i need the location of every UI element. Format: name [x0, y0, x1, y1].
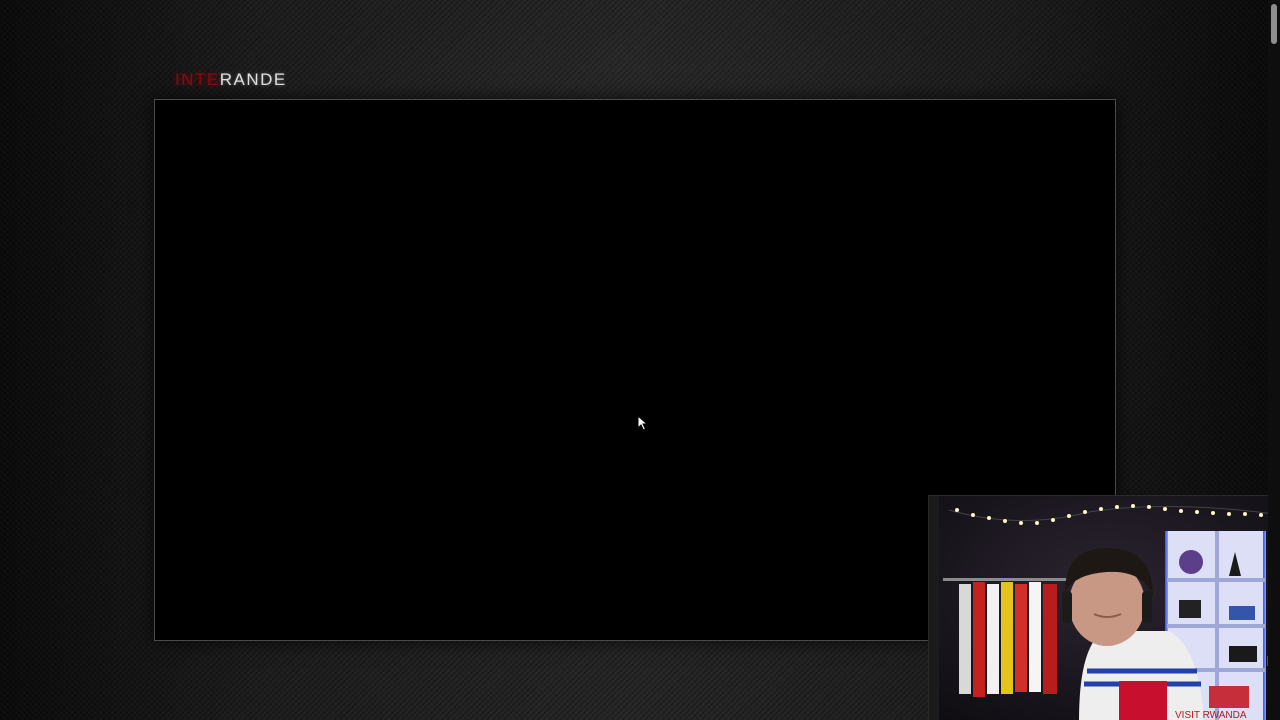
scrollbar-thumb[interactable] — [1271, 4, 1277, 44]
logo-text-red: INTE — [175, 70, 220, 89]
mouse-pointer-icon — [637, 414, 649, 431]
site-logo[interactable]: INTERANDE — [175, 68, 287, 92]
vertical-scrollbar[interactable] — [1268, 0, 1280, 720]
webcam-overlay: VISIT RWANDA — [928, 495, 1280, 720]
logo-text-light: RANDE — [219, 70, 287, 89]
shirt-sponsor-text: VISIT RWANDA — [1175, 710, 1247, 720]
